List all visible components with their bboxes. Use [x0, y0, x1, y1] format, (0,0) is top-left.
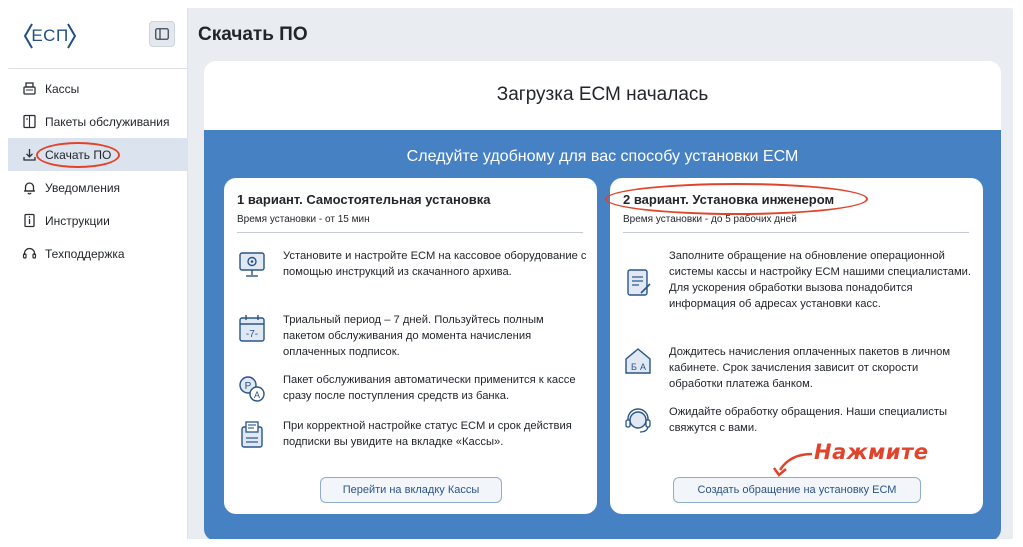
annotation-arrow-icon — [772, 452, 813, 477]
step-item: При корректной настройке статус ЕСМ и ср… — [237, 418, 587, 452]
page-title: Скачать ПО — [198, 24, 308, 45]
receipt-status-icon — [237, 418, 267, 452]
highlight-oval — [605, 183, 868, 215]
sidebar-item-notifications[interactable]: Уведомления — [8, 171, 188, 204]
install-options-panel: Следуйте удобному для вас способу устано… — [204, 130, 1001, 539]
svg-text:А: А — [640, 362, 646, 372]
step-text: Пакет обслуживания автоматически примени… — [283, 374, 576, 402]
step-item: Ожидайте обработку обращения. Наши специ… — [623, 404, 973, 438]
sidebar-item-download[interactable]: Скачать ПО — [8, 138, 188, 171]
app-window: ЕСП Кассы Пакеты обслуживания Скачать ПО… — [8, 8, 1013, 539]
step-text: Заполните обращение на обновление операц… — [669, 250, 971, 310]
sidebar-nav: Кассы Пакеты обслуживания Скачать ПО Уве… — [8, 72, 188, 270]
variant-title: 1 вариант. Самостоятельная установка — [237, 192, 491, 207]
step-text: При корректной настройке статус ЕСМ и ср… — [283, 420, 572, 448]
collapse-sidebar-button[interactable] — [149, 21, 175, 47]
variant-self-install-card: 1 вариант. Самостоятельная установка Вре… — [224, 178, 597, 514]
support-headset-icon — [623, 404, 653, 438]
logo-text: ЕСП — [31, 26, 69, 45]
sidebar-item-label: Пакеты обслуживания — [45, 114, 170, 129]
package-icon — [21, 114, 37, 130]
sidebar: ЕСП Кассы Пакеты обслуживания Скачать ПО… — [8, 8, 188, 539]
calendar-7-icon: -7- — [237, 312, 267, 346]
go-to-kassy-tab-button[interactable]: Перейти на вкладку Кассы — [320, 477, 502, 503]
svg-text:Б: Б — [631, 362, 637, 372]
step-text: Установите и настройте ЕСМ на кассовое о… — [283, 250, 587, 278]
step-item: -7- Триальный период – 7 дней. Пользуйте… — [237, 312, 587, 360]
instructions-icon — [21, 213, 37, 229]
divider — [623, 232, 969, 233]
download-started-heading: Загрузка ЕСМ началась — [496, 84, 709, 105]
sidebar-item-packages[interactable]: Пакеты обслуживания — [8, 105, 188, 138]
step-item: PA Пакет обслуживания автоматически прим… — [237, 372, 587, 406]
create-install-request-button[interactable]: Создать обращение на установку ЕСМ — [673, 477, 921, 503]
step-text: Триальный период – 7 дней. Пользуйтесь п… — [283, 314, 544, 358]
settings-monitor-icon — [237, 248, 267, 282]
sidebar-item-label: Кассы — [45, 81, 80, 96]
svg-text:-7-: -7- — [246, 329, 258, 340]
variant-engineer-install-card: 2 вариант. Установка инженером Время уст… — [605, 178, 983, 514]
highlight-oval — [36, 142, 120, 168]
sidebar-item-instructions[interactable]: Инструкции — [8, 204, 188, 237]
variant-install-time: Время установки - от 15 мин — [237, 214, 370, 225]
step-item: Заполните обращение на обновление операц… — [623, 248, 973, 312]
esp-logo[interactable]: ЕСП — [22, 20, 78, 52]
panel-heading: Следуйте удобному для вас способу устано… — [406, 148, 799, 165]
request-form-icon — [623, 266, 653, 300]
sidebar-item-support[interactable]: Техподдержка — [8, 237, 188, 270]
sidebar-item-label: Инструкции — [45, 213, 110, 228]
packages-cabinet-icon: БА — [623, 344, 653, 378]
sidebar-divider — [8, 68, 188, 69]
bell-icon — [21, 180, 37, 196]
sidebar-item-label: Уведомления — [45, 180, 121, 195]
divider — [237, 232, 583, 233]
cash-register-icon — [21, 81, 37, 97]
variant-install-time: Время установки - до 5 рабочих дней — [623, 214, 797, 225]
click-here-annotation: Нажмите — [814, 440, 929, 464]
sidebar-toggle-icon — [155, 28, 169, 40]
sidebar-item-label: Техподдержка — [45, 246, 125, 261]
package-auto-icon: PA — [237, 372, 267, 406]
main-card: Загрузка ЕСМ началась Следуйте удобному … — [204, 61, 1001, 539]
svg-text:A: A — [254, 390, 260, 400]
step-text: Дождитесь начисления оплаченных пакетов … — [669, 346, 951, 390]
sidebar-item-kassy[interactable]: Кассы — [8, 72, 188, 105]
step-item: Установите и настройте ЕСМ на кассовое о… — [237, 248, 587, 282]
download-icon — [21, 147, 37, 163]
step-item: БА Дождитесь начисления оплаченных пакет… — [623, 344, 973, 392]
step-text: Ожидайте обработку обращения. Наши специ… — [669, 406, 948, 434]
headset-icon — [21, 246, 37, 262]
